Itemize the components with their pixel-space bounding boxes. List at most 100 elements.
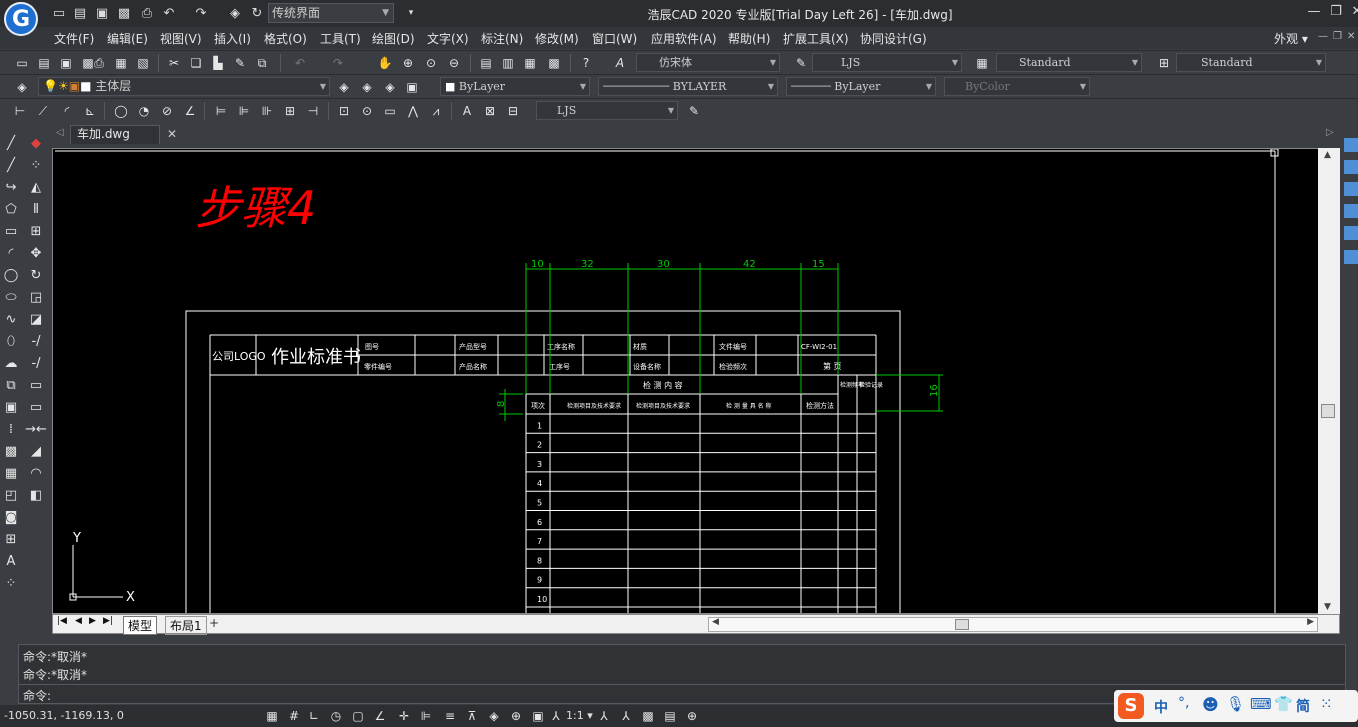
redo-icon[interactable]: ↷	[330, 55, 346, 71]
linetype-combo[interactable]: ────────── BYLAYER ▼	[598, 77, 778, 96]
plotstyle-combo[interactable]: ByColor ▼	[944, 77, 1090, 96]
zoom-realtime-icon[interactable]: ⊕	[400, 55, 416, 71]
join-icon[interactable]: →←	[25, 418, 47, 440]
print-icon[interactable]: ⎙	[91, 55, 107, 71]
dim-style-icon[interactable]: ✎	[793, 55, 809, 71]
save-icon[interactable]: ▣	[93, 4, 111, 22]
osnap-icon[interactable]: ▢	[350, 708, 366, 724]
scroll-left-icon[interactable]: ◀	[712, 617, 719, 627]
annotation-scale-icon[interactable]: ⅄	[548, 708, 564, 724]
vertical-scrollbar[interactable]: ▲ ▼	[1318, 148, 1340, 614]
offset-icon[interactable]: ⫴	[25, 198, 47, 220]
close-icon[interactable]: ✕	[1346, 4, 1358, 22]
keyboard-icon[interactable]: ⌨	[1250, 695, 1272, 713]
dim-update-icon[interactable]: ⊠	[482, 103, 498, 119]
tab-add[interactable]: +	[209, 616, 219, 630]
save-icon[interactable]: ▣	[58, 55, 74, 71]
layer-combo[interactable]: 💡☀▣■ 主体层 ▼	[38, 77, 330, 96]
explode-icon[interactable]: ◧	[25, 484, 47, 506]
toolbox-icon[interactable]: ⁙	[1320, 695, 1333, 713]
annotation-visibility-icon[interactable]: ⅄	[596, 708, 612, 724]
menu-dimension[interactable]: 标注(N)	[481, 30, 523, 47]
open-file-icon[interactable]: ▤	[71, 4, 89, 22]
font-combo[interactable]: 仿宋体 ▼	[636, 53, 780, 72]
minimize-icon[interactable]: —	[1303, 4, 1325, 22]
circle-icon[interactable]: ◯	[0, 264, 22, 286]
angular-dim-icon[interactable]: ∠	[182, 103, 198, 119]
layer-previous-icon[interactable]: ◈	[359, 79, 375, 95]
insert-block-icon[interactable]: ⧉	[0, 374, 22, 396]
dimstyle-combo[interactable]: LJS ▼	[812, 53, 962, 72]
palette-icon[interactable]	[1344, 160, 1358, 174]
layer-manager-icon[interactable]: ◈	[14, 79, 30, 95]
horizontal-scroll-thumb[interactable]	[955, 619, 969, 630]
cut-icon[interactable]: ✂	[166, 55, 182, 71]
trim-icon[interactable]: -/	[25, 330, 47, 352]
design-center-icon[interactable]: ▥	[500, 55, 516, 71]
diameter-dim-icon[interactable]: ⊘	[159, 103, 175, 119]
plot-icon[interactable]: ▧	[135, 55, 151, 71]
dim-override-icon[interactable]: ⊟	[505, 103, 521, 119]
transparency-icon[interactable]: ⊼	[464, 708, 480, 724]
grid-icon[interactable]: ▦	[264, 708, 280, 724]
annotation-scale-value[interactable]: 1:1 ▾	[566, 709, 593, 722]
arc-icon[interactable]: ◜	[0, 242, 22, 264]
calculator-icon[interactable]: ▩	[546, 55, 562, 71]
otrack-icon[interactable]: ∠	[372, 708, 388, 724]
new-icon[interactable]: ▭	[14, 55, 30, 71]
palette-icon[interactable]	[1344, 204, 1358, 218]
palette-icon[interactable]	[1344, 182, 1358, 196]
dim-edit-icon[interactable]: ⩘	[428, 103, 444, 119]
rotate-icon[interactable]: ↻	[25, 264, 47, 286]
revcloud-icon[interactable]: ☁	[0, 352, 22, 374]
layer-states-icon[interactable]: ◈	[382, 79, 398, 95]
help-icon[interactable]: ?	[578, 55, 594, 71]
app-logo[interactable]: G	[4, 2, 38, 36]
ime-mode[interactable]: 简	[1296, 696, 1310, 716]
line-icon[interactable]: ╱	[0, 132, 22, 154]
lineweight-combo[interactable]: ────── ByLayer ▼	[786, 77, 936, 96]
stretch-icon[interactable]: ◪	[25, 308, 47, 330]
baseline-dim-icon[interactable]: ⊫	[236, 103, 252, 119]
ime-lang[interactable]: 中	[1154, 697, 1168, 717]
copy-icon[interactable]: ❏	[188, 55, 204, 71]
ellipse-arc-icon[interactable]: ⬯	[0, 330, 22, 352]
menu-appearance[interactable]: 外观 ▾	[1274, 30, 1308, 47]
first-layout-icon[interactable]: |◀	[57, 616, 67, 626]
refresh-icon[interactable]: ↻	[248, 4, 266, 22]
tool-palette-icon[interactable]: ▦	[522, 55, 538, 71]
next-layout-icon[interactable]: ▶	[89, 616, 96, 626]
array-icon[interactable]: ⊞	[25, 220, 47, 242]
quick-dim-icon[interactable]: ⊨	[213, 103, 229, 119]
menu-draw[interactable]: 绘图(D)	[372, 30, 415, 47]
extend-icon[interactable]: -/	[25, 352, 47, 374]
model-space-icon[interactable]: ▣	[530, 708, 546, 724]
paste-icon[interactable]: ▙	[210, 55, 226, 71]
linear-dim-icon[interactable]: ⊢	[12, 103, 28, 119]
text-style-icon[interactable]: A	[612, 55, 628, 71]
block-icon[interactable]: ⧉	[254, 55, 270, 71]
arc-length-icon[interactable]: ◜	[59, 103, 75, 119]
redo-icon[interactable]: ↷	[192, 4, 210, 22]
scroll-right-icon[interactable]: ▶	[1307, 617, 1314, 627]
restore-icon[interactable]: ❐	[1325, 4, 1347, 22]
menu-collab[interactable]: 协同设计(G)	[860, 30, 927, 47]
gradient-icon[interactable]: ▦	[0, 462, 22, 484]
chamfer-icon[interactable]: ◢	[25, 440, 47, 462]
tolerance-icon[interactable]: ⊡	[336, 103, 352, 119]
menu-tools[interactable]: 工具(T)	[320, 30, 361, 47]
ellipse-icon[interactable]: ⬭	[0, 286, 22, 308]
inspection-icon[interactable]: ▭	[382, 103, 398, 119]
open-icon[interactable]: ▤	[36, 55, 52, 71]
scroll-up-icon[interactable]: ▲	[1324, 150, 1331, 160]
spline-icon[interactable]: ∿	[0, 308, 22, 330]
palette-icon[interactable]	[1344, 250, 1358, 264]
aligned-dim-icon[interactable]: ⟋	[35, 103, 51, 119]
add-selected-icon[interactable]: ⁘	[0, 572, 22, 594]
xline-icon[interactable]: ╱	[0, 154, 22, 176]
annotation-monitor-icon[interactable]: ⊕	[508, 708, 524, 724]
workspace-combo[interactable]: 传统界面 ▼	[268, 3, 394, 23]
menu-apps[interactable]: 应用软件(A)	[651, 30, 717, 47]
tab-layout1[interactable]: 布局1	[165, 616, 207, 635]
camera-icon[interactable]: ◙	[0, 506, 22, 528]
